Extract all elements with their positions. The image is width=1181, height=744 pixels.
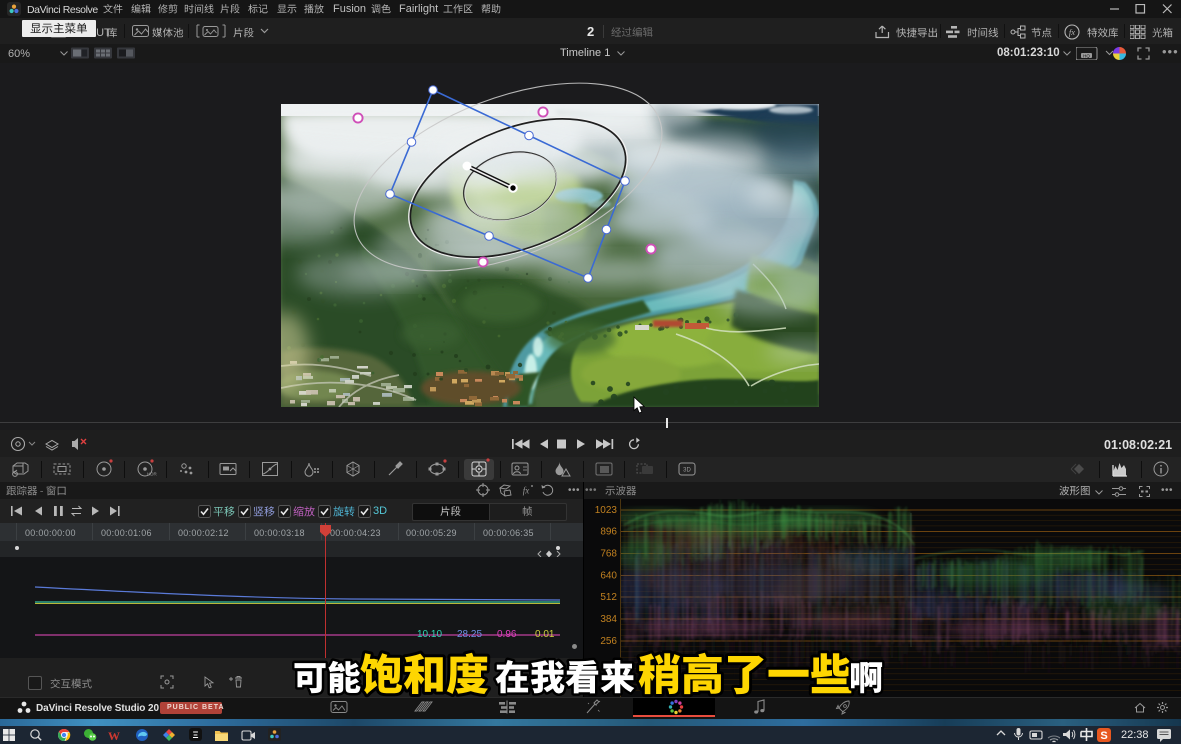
svg-text:384: 384: [600, 614, 617, 625]
svg-text:HQ: HQ: [1083, 54, 1090, 59]
svg-text:fx: fx: [523, 486, 530, 496]
svg-text:HDR: HDR: [147, 472, 157, 477]
svg-text:768: 768: [600, 549, 617, 560]
svg-text:W: W: [108, 729, 120, 743]
svg-text:896: 896: [600, 527, 617, 538]
svg-text:3D: 3D: [683, 468, 691, 474]
svg-text:1023: 1023: [595, 505, 618, 516]
svg-text:256: 256: [600, 636, 617, 647]
svg-text:640: 640: [600, 571, 617, 582]
svg-text:•••: •••: [568, 485, 580, 496]
svg-text:512: 512: [600, 592, 617, 603]
svg-text:fx: fx: [1069, 27, 1075, 37]
svg-text:Ξ: Ξ: [193, 730, 199, 740]
svg-text:S: S: [1100, 730, 1107, 742]
